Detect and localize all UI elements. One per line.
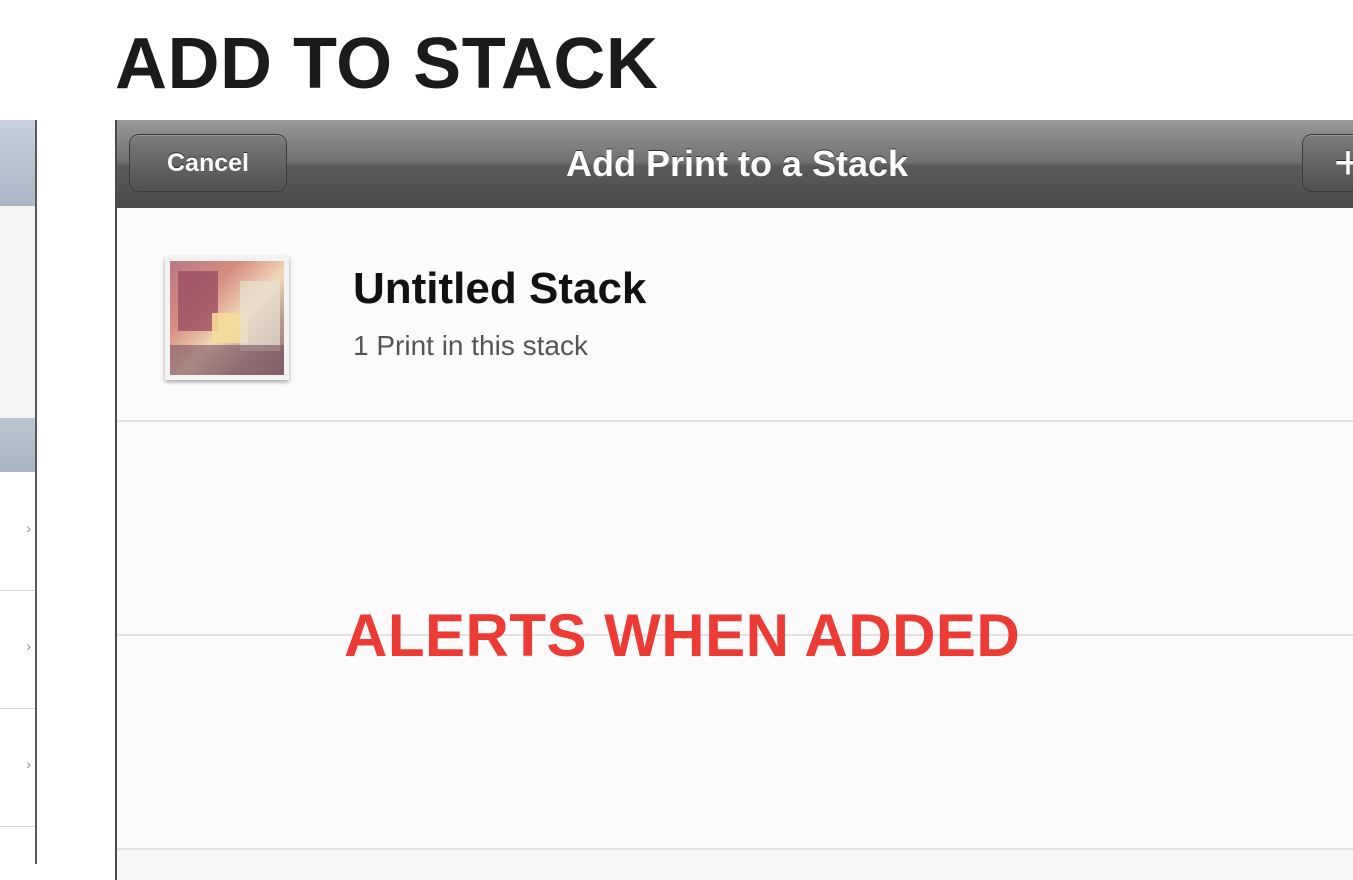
page-title: ADD TO STACK <box>115 24 659 104</box>
stack-name: Untitled Stack <box>353 264 647 313</box>
background-navbar <box>0 120 35 206</box>
background-list-row: › <box>0 472 35 591</box>
modal-navbar: Cancel Add Print to a Stack + <box>117 120 1353 209</box>
add-to-stack-modal: Cancel Add Print to a Stack + Untitled S… <box>115 120 1353 880</box>
background-list: › › › <box>0 472 35 864</box>
annotation-label: ALERTS WHEN ADDED <box>344 602 1021 669</box>
add-stack-button[interactable]: + <box>1302 134 1353 192</box>
stack-print-count: 1 Print in this stack <box>353 330 588 361</box>
background-section-header <box>0 418 35 472</box>
chevron-right-icon: › <box>26 756 31 772</box>
background-panel: › › › <box>0 120 37 864</box>
stack-thumbnail <box>165 256 289 380</box>
navbar-title: Add Print to a Stack <box>565 143 909 184</box>
background-list-row: › <box>0 708 35 827</box>
background-list-row: › <box>0 590 35 709</box>
chevron-right-icon: › <box>26 638 31 654</box>
chevron-right-icon: › <box>26 520 31 536</box>
stack-list-item[interactable]: Untitled Stack 1 Print in this stack <box>117 208 1353 422</box>
